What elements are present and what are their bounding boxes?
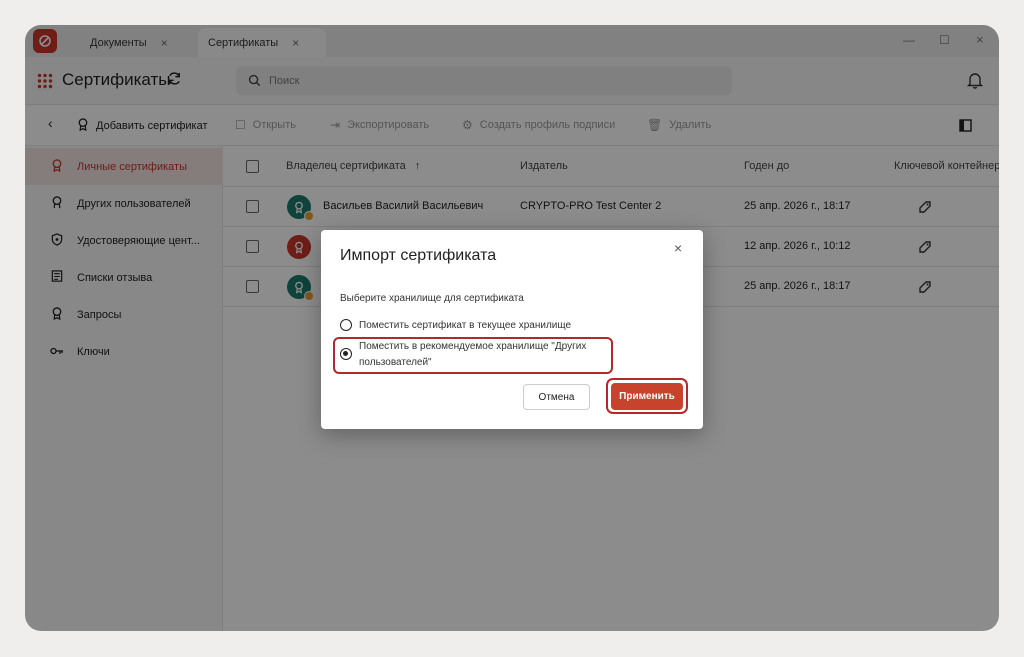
dialog-title: Импорт сертификата: [340, 247, 497, 264]
apply-button[interactable]: Применить: [611, 383, 683, 410]
radio-recommended-store[interactable]: [340, 348, 352, 360]
radio-recommended-store-label-line1[interactable]: Поместить в рекомендуемое хранилище "Дру…: [359, 339, 586, 354]
dialog-subtitle: Выберите хранилище для сертификата: [340, 293, 524, 304]
radio-recommended-store-label-line2[interactable]: пользователей": [359, 355, 432, 370]
radio-current-store[interactable]: [340, 319, 352, 331]
close-icon[interactable]: ×: [674, 240, 682, 256]
cancel-button[interactable]: Отмена: [523, 384, 590, 410]
import-certificate-dialog: Импорт сертификата × Выберите хранилище …: [321, 230, 703, 429]
radio-current-store-label[interactable]: Поместить сертификат в текущее хранилище: [359, 318, 571, 333]
